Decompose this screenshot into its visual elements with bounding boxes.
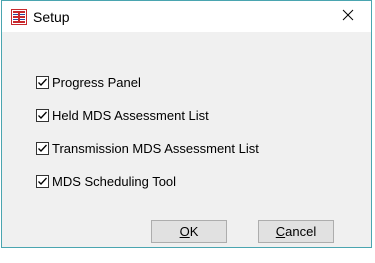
progress-panel-label: Progress Panel: [52, 74, 141, 90]
held-mds-assessment-list-option[interactable]: Held MDS Assessment List: [36, 107, 259, 123]
cancel-mnemonic: C: [275, 224, 286, 239]
mds-scheduling-tool-label: MDS Scheduling Tool: [52, 173, 177, 189]
ok-button[interactable]: OK: [151, 220, 227, 243]
progress-panel-option[interactable]: Progress Panel: [36, 74, 259, 90]
dialog-title: Setup: [33, 9, 70, 25]
app-setup-icon: [11, 9, 27, 25]
ok-label-rest: K: [189, 224, 199, 239]
mds-scheduling-tool-option[interactable]: MDS Scheduling Tool: [36, 173, 259, 189]
transmission-mds-assessment-list-option[interactable]: Transmission MDS Assessment List: [36, 140, 259, 156]
transmission-mds-assessment-list-label: Transmission MDS Assessment List: [52, 140, 259, 156]
transmission-mds-assessment-list-checkbox[interactable]: [36, 141, 49, 155]
setup-dialog: Setup Progress Panel Held MDS Assessment…: [1, 0, 372, 248]
cancel-label-rest: ancel: [285, 224, 317, 239]
close-icon: [342, 8, 354, 26]
title-bar[interactable]: Setup: [2, 1, 371, 32]
held-mds-assessment-list-checkbox[interactable]: [36, 108, 49, 122]
mds-scheduling-tool-checkbox[interactable]: [36, 174, 49, 188]
progress-panel-checkbox[interactable]: [36, 75, 49, 89]
ok-mnemonic: O: [179, 224, 190, 239]
cancel-button[interactable]: Cancel: [258, 220, 334, 243]
options-list: Progress Panel Held MDS Assessment List …: [36, 75, 259, 207]
held-mds-assessment-list-label: Held MDS Assessment List: [52, 107, 209, 123]
close-button[interactable]: [325, 1, 371, 32]
